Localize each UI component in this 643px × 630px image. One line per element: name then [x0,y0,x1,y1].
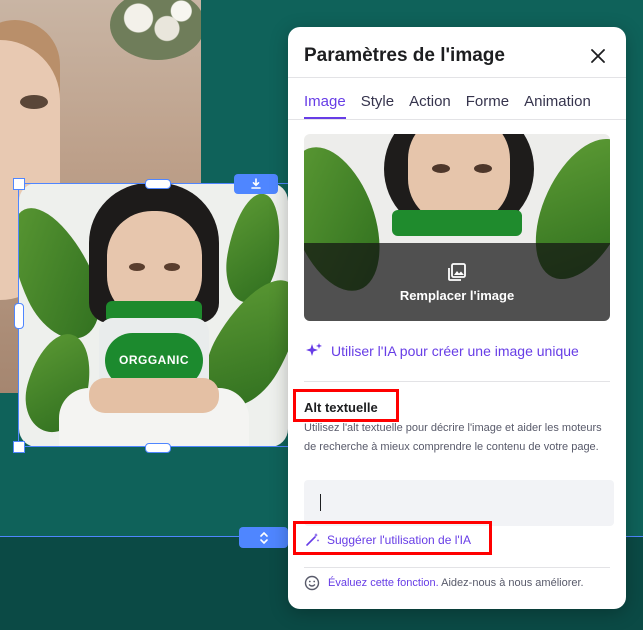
tab-image[interactable]: Image [304,93,346,119]
resize-handle-top[interactable] [145,179,171,189]
jar-lid [392,210,522,236]
resize-handle-top-left[interactable] [13,178,25,190]
text-caret [320,494,321,511]
annotation-box-alt-title [293,389,399,422]
feedback-link[interactable]: Évaluez cette fonction. [328,577,439,589]
header-divider [288,77,626,78]
tabs-divider [288,119,626,120]
download-button[interactable] [234,174,278,194]
sparkle-icon [306,343,322,356]
chevron-updown-icon [259,531,268,544]
settings-tabs: Image Style Action Forme Animation [304,93,591,119]
replace-image-button[interactable]: Remplacer l'image [304,243,610,321]
tab-forme[interactable]: Forme [466,93,509,119]
feedback-text: Aidez-nous à nous améliorer. [441,577,584,589]
download-icon [251,178,261,189]
tab-animation[interactable]: Animation [524,93,591,119]
panel-title: Paramètres de l'image [304,45,505,66]
alt-text-description: Utilisez l'alt textuelle pour décrire l'… [304,422,602,453]
image-preview[interactable]: Remplacer l'image [304,134,610,321]
woman-eye [474,164,492,173]
replace-image-label: Remplacer l'image [399,287,515,303]
ai-generate-image-link[interactable]: Utiliser l'IA pour créer une image uniqu… [305,342,579,360]
footer-divider [304,567,610,568]
annotation-box-suggest-ai [293,521,492,555]
selection-outline [18,183,289,447]
close-button[interactable] [587,45,609,67]
close-icon [591,49,605,63]
resize-handle-bottom[interactable] [145,443,171,453]
section-divider [304,381,610,382]
woman-eye [432,164,450,173]
resize-handle-left[interactable] [14,303,24,329]
photo-flowers [110,0,201,60]
tab-action[interactable]: Action [409,93,451,119]
image-gallery-icon [448,262,466,281]
photo-eye [20,95,48,109]
section-move-button[interactable] [239,527,288,548]
alt-text-input[interactable] [304,480,614,526]
ai-generate-label: Utiliser l'IA pour créer une image uniqu… [331,343,579,359]
resize-handle-bottom-left[interactable] [13,441,25,453]
smiley-icon [304,575,320,591]
feedback-row: Évaluez cette fonction. Aidez-nous à nou… [304,575,584,591]
tab-style[interactable]: Style [361,93,394,119]
